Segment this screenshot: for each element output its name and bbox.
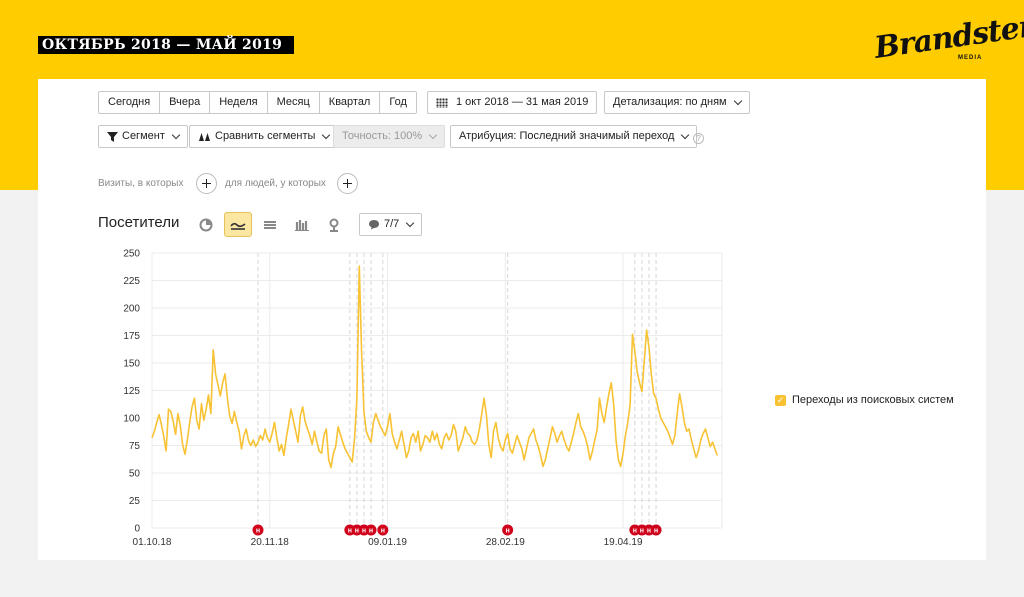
y-tick-label: 250 [123,249,140,260]
y-tick-label: 175 [123,331,140,342]
annotation-marker-label: н [654,528,658,535]
y-tick-label: 150 [123,359,140,370]
y-tick-label: 0 [134,524,140,535]
y-tick-label: 75 [129,441,141,452]
visitors-line-chart: 0 25 50 75 100 125 150 175 200 225 250 01.10.18 20.1… [123,249,723,548]
y-tick-label: 25 [129,496,141,507]
y-tick-label: 50 [129,469,141,480]
annotation-marker-label: н [348,528,352,535]
annotation-marker-label: н [381,528,385,535]
y-tick-label: 200 [123,304,140,315]
annotation-marker-label: н [640,528,644,535]
annotation-marker-label: н [256,528,260,535]
x-tick-label: 28.02.19 [486,537,525,548]
y-tick-label: 100 [123,414,140,425]
annotation-marker-label: н [506,528,510,535]
annotation-marker-label: н [369,528,373,535]
y-tick-label: 225 [123,276,140,287]
annotation-marker-label: н [355,528,359,535]
annotation-marker-label: н [647,528,651,535]
annotation-marker-label: н [633,528,637,535]
annotation-marker-label: н [362,528,366,535]
series-line [151,265,719,469]
x-tick-label: 09.01.19 [368,537,407,548]
x-tick-label: 20.11.18 [251,537,290,548]
x-tick-label: 01.10.18 [133,537,172,548]
x-tick-label: 19.04.19 [604,537,643,548]
y-tick-label: 125 [123,386,140,397]
